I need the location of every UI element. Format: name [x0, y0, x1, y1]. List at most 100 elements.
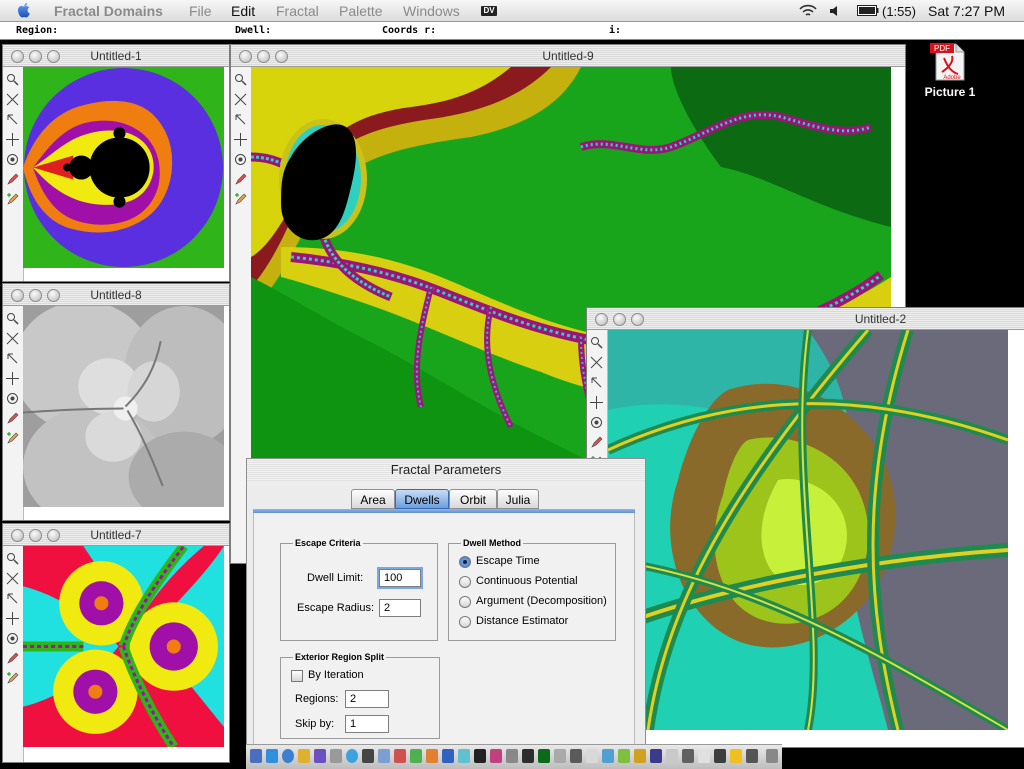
expand-tool-icon[interactable]: [234, 93, 247, 106]
zoom-button[interactable]: [631, 313, 644, 326]
window-titlebar[interactable]: Untitled-7: [3, 524, 229, 546]
by-iteration-label[interactable]: By Iteration: [308, 669, 364, 681]
crosshair-tool-icon[interactable]: [6, 372, 19, 385]
dock-app-icon-6[interactable]: [378, 749, 390, 763]
dock-app-icon-14[interactable]: [506, 749, 518, 763]
desktop-icon-label[interactable]: Picture 1: [914, 85, 986, 99]
radio-continuous-potential[interactable]: [459, 576, 471, 588]
volume-icon[interactable]: [829, 5, 839, 17]
crosshair-tool-icon[interactable]: [6, 133, 19, 146]
magnify-tool-icon[interactable]: [590, 336, 603, 349]
pencil-tool-icon[interactable]: [590, 436, 603, 449]
expand-tool-icon[interactable]: [6, 572, 19, 585]
pencil-add-tool-icon[interactable]: [6, 193, 19, 206]
dock-app-icon-21[interactable]: [634, 749, 646, 763]
dock-app-icon-9[interactable]: [426, 749, 438, 763]
battery-icon[interactable]: [857, 5, 879, 16]
app-menu[interactable]: Fractal Domains: [54, 3, 163, 19]
orbit-tool-icon[interactable]: [234, 153, 247, 166]
dock-app-icon-20[interactable]: [618, 749, 630, 763]
expand-tool-icon[interactable]: [6, 93, 19, 106]
fractal-window-untitled-8[interactable]: Untitled-8: [2, 283, 230, 521]
dialog-title[interactable]: Fractal Parameters: [247, 459, 645, 481]
window-titlebar[interactable]: Untitled-8: [3, 284, 229, 306]
pan-tool-icon[interactable]: [6, 592, 19, 605]
dock-app-icon-18[interactable]: [586, 749, 598, 763]
argument-decomposition-label[interactable]: Argument (Decomposition): [476, 595, 607, 607]
fractal-window-untitled-2[interactable]: Untitled-2: [586, 307, 1024, 748]
dock-mail-icon[interactable]: [266, 749, 278, 763]
dock-app-icon-10[interactable]: [442, 749, 454, 763]
tab-dwells[interactable]: Dwells: [395, 489, 449, 509]
fractal-canvas-untitled-8[interactable]: [23, 306, 224, 507]
apple-menu-icon[interactable]: [16, 2, 32, 19]
by-iteration-checkbox[interactable]: [291, 670, 303, 682]
menu-fractal[interactable]: Fractal: [276, 3, 319, 19]
fractal-canvas-untitled-2[interactable]: [608, 330, 1008, 730]
crosshair-tool-icon[interactable]: [590, 396, 603, 409]
pencil-tool-icon[interactable]: [234, 173, 247, 186]
battery-time[interactable]: (1:55): [882, 4, 916, 19]
dock-app-icon-28[interactable]: [746, 749, 758, 763]
dock-app-icon-22[interactable]: [650, 749, 662, 763]
menu-edit[interactable]: Edit: [231, 3, 255, 19]
escape-radius-field[interactable]: 2: [379, 599, 421, 617]
pencil-add-tool-icon[interactable]: [6, 432, 19, 445]
crosshair-tool-icon[interactable]: [6, 612, 19, 625]
dock-app-icon-25[interactable]: [698, 749, 710, 763]
dwell-limit-field[interactable]: 100: [379, 569, 421, 587]
tab-julia[interactable]: Julia: [497, 489, 539, 509]
fractal-window-untitled-1[interactable]: Untitled-1: [2, 44, 230, 282]
pan-tool-icon[interactable]: [6, 352, 19, 365]
distance-estimator-label[interactable]: Distance Estimator: [476, 615, 568, 627]
pencil-add-tool-icon[interactable]: [6, 672, 19, 685]
orbit-tool-icon[interactable]: [6, 153, 19, 166]
dock-app-icon-27[interactable]: [730, 749, 742, 763]
window-titlebar[interactable]: Untitled-1: [3, 45, 229, 67]
dock-app-icon-1[interactable]: [298, 749, 310, 763]
dock-app-icon-23[interactable]: [666, 749, 678, 763]
close-button[interactable]: [595, 313, 608, 326]
pan-tool-icon[interactable]: [6, 113, 19, 126]
radio-argument-decomposition[interactable]: [459, 596, 471, 608]
radio-escape-time[interactable]: [459, 556, 471, 568]
dock-app-icon-2[interactable]: [314, 749, 326, 763]
dock-app-icon-3[interactable]: [330, 749, 342, 763]
menu-file[interactable]: File: [189, 3, 212, 19]
dock-app-icon-8[interactable]: [410, 749, 422, 763]
pencil-tool-icon[interactable]: [6, 652, 19, 665]
dock-app-icon-17[interactable]: [570, 749, 582, 763]
pdf-document-icon[interactable]: PDF Adobe: [928, 42, 972, 82]
fractal-canvas-untitled-7[interactable]: [23, 546, 224, 747]
minimize-button[interactable]: [613, 313, 626, 326]
regions-field[interactable]: 2: [345, 690, 389, 708]
pencil-add-tool-icon[interactable]: [234, 193, 247, 206]
skip-by-field[interactable]: 1: [345, 715, 389, 733]
menu-palette[interactable]: Palette: [339, 3, 383, 19]
tab-orbit[interactable]: Orbit: [449, 489, 497, 509]
pencil-tool-icon[interactable]: [6, 412, 19, 425]
dv-menu-extra[interactable]: DV: [481, 6, 497, 16]
dock-internet-icon[interactable]: [282, 749, 294, 763]
menu-windows[interactable]: Windows: [403, 3, 460, 19]
dock-app-icon-13[interactable]: [490, 749, 502, 763]
wifi-icon[interactable]: [798, 4, 818, 18]
fractal-window-untitled-7[interactable]: Untitled-7: [2, 523, 230, 763]
dock-finder-icon[interactable]: [250, 749, 262, 763]
magnify-tool-icon[interactable]: [234, 73, 247, 86]
dock-app-icon-12[interactable]: [474, 749, 486, 763]
magnify-tool-icon[interactable]: [6, 552, 19, 565]
dock-app-icon-16[interactable]: [554, 749, 566, 763]
crosshair-tool-icon[interactable]: [234, 133, 247, 146]
dock-trash-icon[interactable]: [766, 749, 778, 763]
menu-clock[interactable]: Sat 7:27 PM: [928, 3, 1005, 19]
magnify-tool-icon[interactable]: [6, 73, 19, 86]
pan-tool-icon[interactable]: [590, 376, 603, 389]
window-titlebar[interactable]: Untitled-2: [587, 308, 1024, 330]
window-titlebar[interactable]: Untitled-9: [231, 45, 905, 67]
continuous-potential-label[interactable]: Continuous Potential: [476, 575, 578, 587]
pan-tool-icon[interactable]: [234, 113, 247, 126]
magnify-tool-icon[interactable]: [6, 312, 19, 325]
expand-tool-icon[interactable]: [590, 356, 603, 369]
orbit-tool-icon[interactable]: [6, 392, 19, 405]
